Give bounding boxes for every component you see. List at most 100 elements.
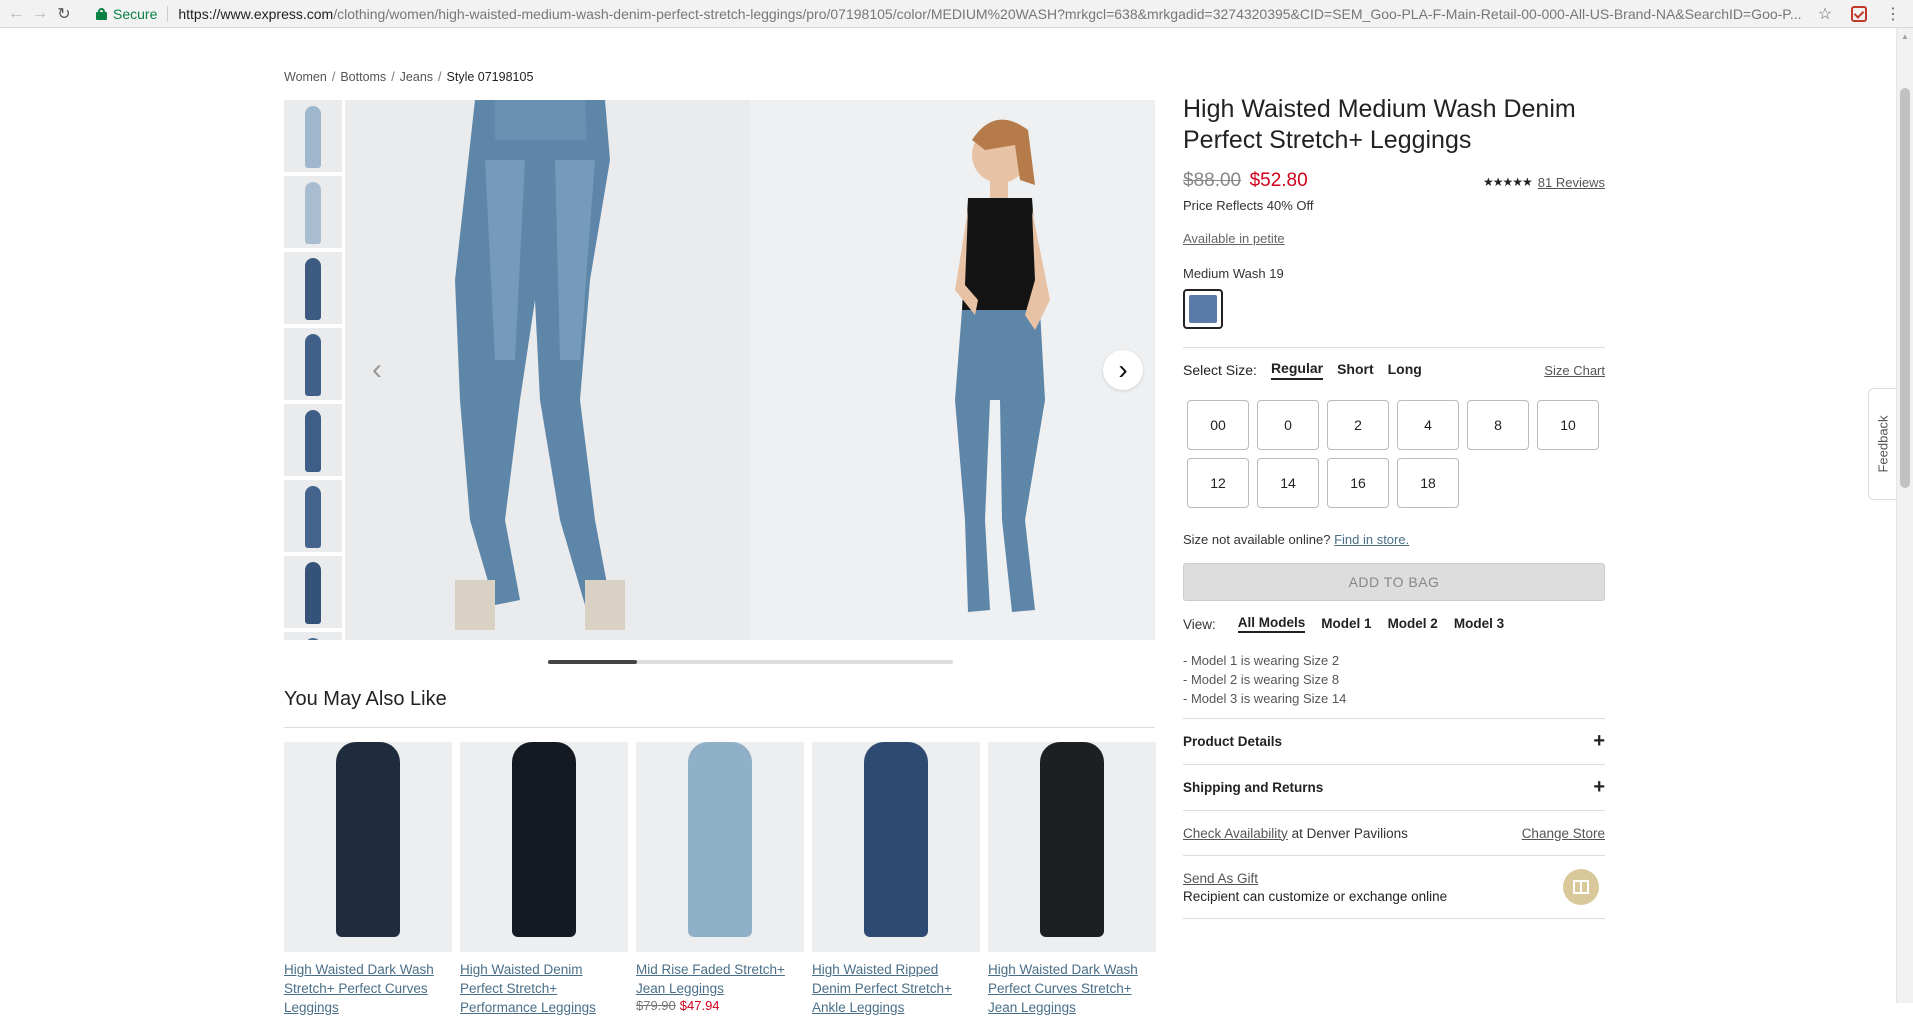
check-availability-link[interactable]: Check Availability xyxy=(1183,826,1288,841)
size-grid: 00 0 2 4 8 10 12 14 16 18 xyxy=(1183,400,1605,508)
breadcrumb: Women / Bottoms / Jeans / Style 07198105 xyxy=(284,70,534,84)
size-option[interactable]: 12 xyxy=(1187,458,1249,508)
size-option[interactable]: 10 xyxy=(1537,400,1599,450)
reviews-link[interactable]: 81 Reviews xyxy=(1538,175,1605,190)
size-option[interactable]: 2 xyxy=(1327,400,1389,450)
breadcrumb-women[interactable]: Women xyxy=(284,70,327,84)
model-1-size: - Model 1 is wearing Size 2 xyxy=(1183,653,1340,668)
view-model-3[interactable]: Model 3 xyxy=(1454,616,1504,632)
thumbnail-image xyxy=(305,258,321,320)
size-chart-link[interactable]: Size Chart xyxy=(1544,363,1605,378)
reco-name-link[interactable]: Mid Rise Faded Stretch+ Jean Leggings xyxy=(636,960,804,998)
reco-name-link[interactable]: High Waisted Ripped Denim Perfect Stretc… xyxy=(812,960,980,1017)
model-2-size: - Model 2 is wearing Size 8 xyxy=(1183,672,1340,687)
fit-tab-short[interactable]: Short xyxy=(1337,361,1374,379)
model-view-row: View: All Models Model 1 Model 2 Model 3 xyxy=(1183,615,1605,633)
gift-icon[interactable] xyxy=(1563,869,1599,905)
size-option[interactable]: 14 xyxy=(1257,458,1319,508)
fit-tab-regular[interactable]: Regular xyxy=(1270,360,1324,380)
url-text[interactable]: https://www.express.com/clothing/women/h… xyxy=(178,6,1801,22)
send-as-gift-link[interactable]: Send As Gift xyxy=(1183,871,1447,886)
extension-icon[interactable] xyxy=(1849,4,1869,24)
size-option[interactable]: 00 xyxy=(1187,400,1249,450)
page-scrollbar[interactable]: ▲ xyxy=(1896,28,1913,1003)
thumbnail[interactable] xyxy=(284,632,342,640)
reco-name-link[interactable]: High Waisted Dark Wash Perfect Curves St… xyxy=(988,960,1156,1017)
reload-icon[interactable]: ↻ xyxy=(52,2,76,26)
reco-image[interactable] xyxy=(636,742,804,952)
price-sale: $52.80 xyxy=(1249,170,1308,191)
thumbnail-image xyxy=(305,562,321,624)
store-location: at Denver Pavilions xyxy=(1287,825,1408,841)
reco-name-link[interactable]: High Waisted Denim Perfect Stretch+ Perf… xyxy=(460,960,628,1017)
size-option[interactable]: 16 xyxy=(1327,458,1389,508)
thumbnail[interactable] xyxy=(284,480,342,552)
reco-figure xyxy=(864,742,928,937)
thumbnail[interactable] xyxy=(284,556,342,628)
feedback-tab[interactable]: Feedback xyxy=(1868,388,1896,500)
price-row: $88.00 $52.80 ★★★★★ 81 Reviews xyxy=(1183,170,1605,192)
gallery-next-button[interactable]: › xyxy=(1103,350,1143,390)
product-info: High Waisted Medium Wash Denim Perfect S… xyxy=(1183,94,1605,919)
view-model-1[interactable]: Model 1 xyxy=(1321,616,1371,632)
thumbnail[interactable] xyxy=(284,100,342,172)
add-to-bag-button[interactable]: ADD TO BAG xyxy=(1183,563,1605,601)
discount-note: Price Reflects 40% Off xyxy=(1183,198,1314,213)
color-name: Medium Wash 19 xyxy=(1183,266,1284,281)
address-bar[interactable]: Secure https://www.express.com/clothing/… xyxy=(96,2,1816,26)
reco-image[interactable] xyxy=(460,742,628,952)
reco-card[interactable]: High Waisted Ripped Denim Perfect Stretc… xyxy=(812,742,980,1017)
gift-subtext: Recipient can customize or exchange onli… xyxy=(1183,888,1448,904)
thumbnail[interactable] xyxy=(284,328,342,400)
forward-icon[interactable]: → xyxy=(28,2,52,26)
thumbnail[interactable] xyxy=(284,176,342,248)
feedback-label: Feedback xyxy=(1875,415,1890,473)
thumbnail[interactable] xyxy=(284,252,342,324)
rating: ★★★★★ 81 Reviews xyxy=(1483,175,1605,190)
back-icon[interactable]: ← xyxy=(4,2,28,26)
reco-price-sale: $47.94 xyxy=(679,998,720,1013)
product-title: High Waisted Medium Wash Denim Perfect S… xyxy=(1183,95,1576,154)
menu-icon[interactable]: ⋮ xyxy=(1883,4,1903,24)
scroll-up-icon[interactable]: ▲ xyxy=(1901,32,1909,41)
size-option[interactable]: 8 xyxy=(1467,400,1529,450)
reco-figure xyxy=(512,742,576,937)
divider xyxy=(1183,347,1605,348)
size-option[interactable]: 18 xyxy=(1397,458,1459,508)
gallery-prev-button[interactable]: ‹ xyxy=(359,352,395,388)
thumbnail-image xyxy=(305,182,321,244)
thumbnail-strip[interactable] xyxy=(284,100,342,640)
reco-image[interactable] xyxy=(988,742,1156,952)
accordion-product-details[interactable]: Product Details + xyxy=(1183,719,1605,764)
browser-toolbar: ← → ↻ Secure https://www.express.com/clo… xyxy=(0,0,1913,28)
reco-card[interactable]: Mid Rise Faded Stretch+ Jean Leggings $79… xyxy=(636,742,804,1017)
breadcrumb-bottoms[interactable]: Bottoms xyxy=(340,70,386,84)
reco-image[interactable] xyxy=(812,742,980,952)
view-model-2[interactable]: Model 2 xyxy=(1388,616,1438,632)
bookmark-star-icon[interactable]: ☆ xyxy=(1815,4,1835,24)
reco-card[interactable]: High Waisted Dark Wash Perfect Curves St… xyxy=(988,742,1156,1017)
color-swatch[interactable] xyxy=(1183,289,1223,329)
petite-link[interactable]: Available in petite xyxy=(1183,231,1605,246)
reco-card[interactable]: High Waisted Denim Perfect Stretch+ Perf… xyxy=(460,742,628,1017)
fit-tab-long[interactable]: Long xyxy=(1388,361,1422,379)
reco-name-link[interactable]: High Waisted Dark Wash Stretch+ Perfect … xyxy=(284,960,452,1017)
thumbnail[interactable] xyxy=(284,404,342,476)
url-path: /clothing/women/high-waisted-medium-wash… xyxy=(333,6,1802,22)
breadcrumb-jeans[interactable]: Jeans xyxy=(400,70,433,84)
view-all-models[interactable]: All Models xyxy=(1237,615,1306,633)
price-original: $88.00 xyxy=(1183,170,1242,191)
reco-card[interactable]: High Waisted Dark Wash Stretch+ Perfect … xyxy=(284,742,452,1017)
accordion-shipping-returns[interactable]: Shipping and Returns + xyxy=(1183,765,1605,810)
change-store-link[interactable]: Change Store xyxy=(1522,826,1605,841)
product-gallery[interactable]: ‹ › xyxy=(345,100,1155,640)
scroll-thumb[interactable] xyxy=(1900,88,1910,488)
thumbnail-image xyxy=(305,486,321,548)
size-option[interactable]: 4 xyxy=(1397,400,1459,450)
size-option[interactable]: 0 xyxy=(1257,400,1319,450)
reco-image[interactable] xyxy=(284,742,452,952)
gallery-progress xyxy=(548,660,953,664)
divider xyxy=(1183,918,1605,919)
ymal-title: You May Also Like xyxy=(284,688,447,710)
find-in-store-link[interactable]: Find in store. xyxy=(1334,532,1409,547)
